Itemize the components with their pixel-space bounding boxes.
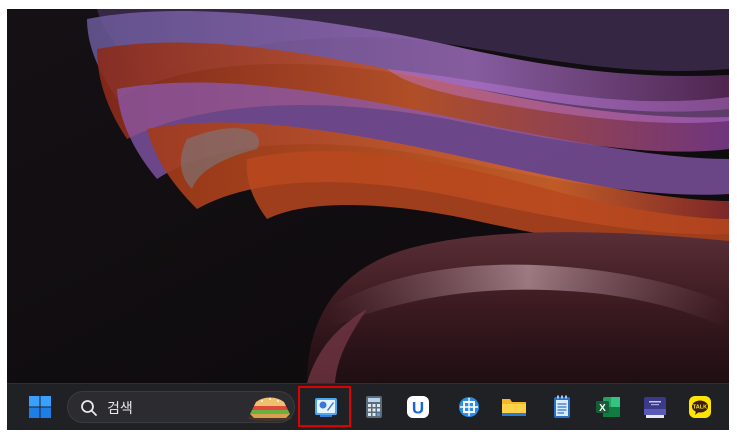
svg-text:TALK: TALK bbox=[693, 405, 707, 411]
svg-text:X: X bbox=[599, 403, 606, 414]
desktop-wallpaper bbox=[7, 9, 729, 383]
u-app-button[interactable]: U bbox=[403, 392, 433, 422]
kakaotalk-icon: TALK bbox=[689, 396, 711, 418]
file-explorer-button[interactable] bbox=[499, 392, 529, 422]
u-app-icon: U bbox=[407, 396, 429, 418]
dictionary-app-button[interactable] bbox=[640, 392, 670, 422]
windows-logo-icon bbox=[29, 396, 51, 418]
svg-text:U: U bbox=[412, 399, 424, 418]
snipping-tool-button[interactable] bbox=[454, 392, 484, 422]
kakaotalk-button[interactable]: TALK bbox=[685, 392, 715, 422]
start-button[interactable] bbox=[25, 392, 55, 422]
notepad-icon bbox=[554, 395, 570, 418]
notepad-button[interactable] bbox=[547, 392, 577, 422]
desktop-screen: 검색 U X TALK bbox=[7, 9, 729, 430]
folder-icon bbox=[502, 399, 526, 416]
excel-button[interactable]: X bbox=[593, 392, 623, 422]
search-icon bbox=[81, 400, 97, 416]
calculator-icon bbox=[366, 396, 382, 418]
calculator-app-button[interactable] bbox=[359, 392, 389, 422]
taskbar: 검색 U X TALK bbox=[7, 383, 729, 430]
snipping-tool-icon bbox=[459, 397, 479, 417]
taskbar-search-box[interactable]: 검색 bbox=[67, 391, 295, 423]
selection-highlight-box bbox=[298, 386, 351, 427]
book-icon bbox=[644, 397, 666, 418]
search-highlight-sandwich-icon bbox=[248, 397, 292, 421]
search-label: 검색 bbox=[107, 400, 133, 416]
excel-icon: X bbox=[596, 397, 620, 417]
